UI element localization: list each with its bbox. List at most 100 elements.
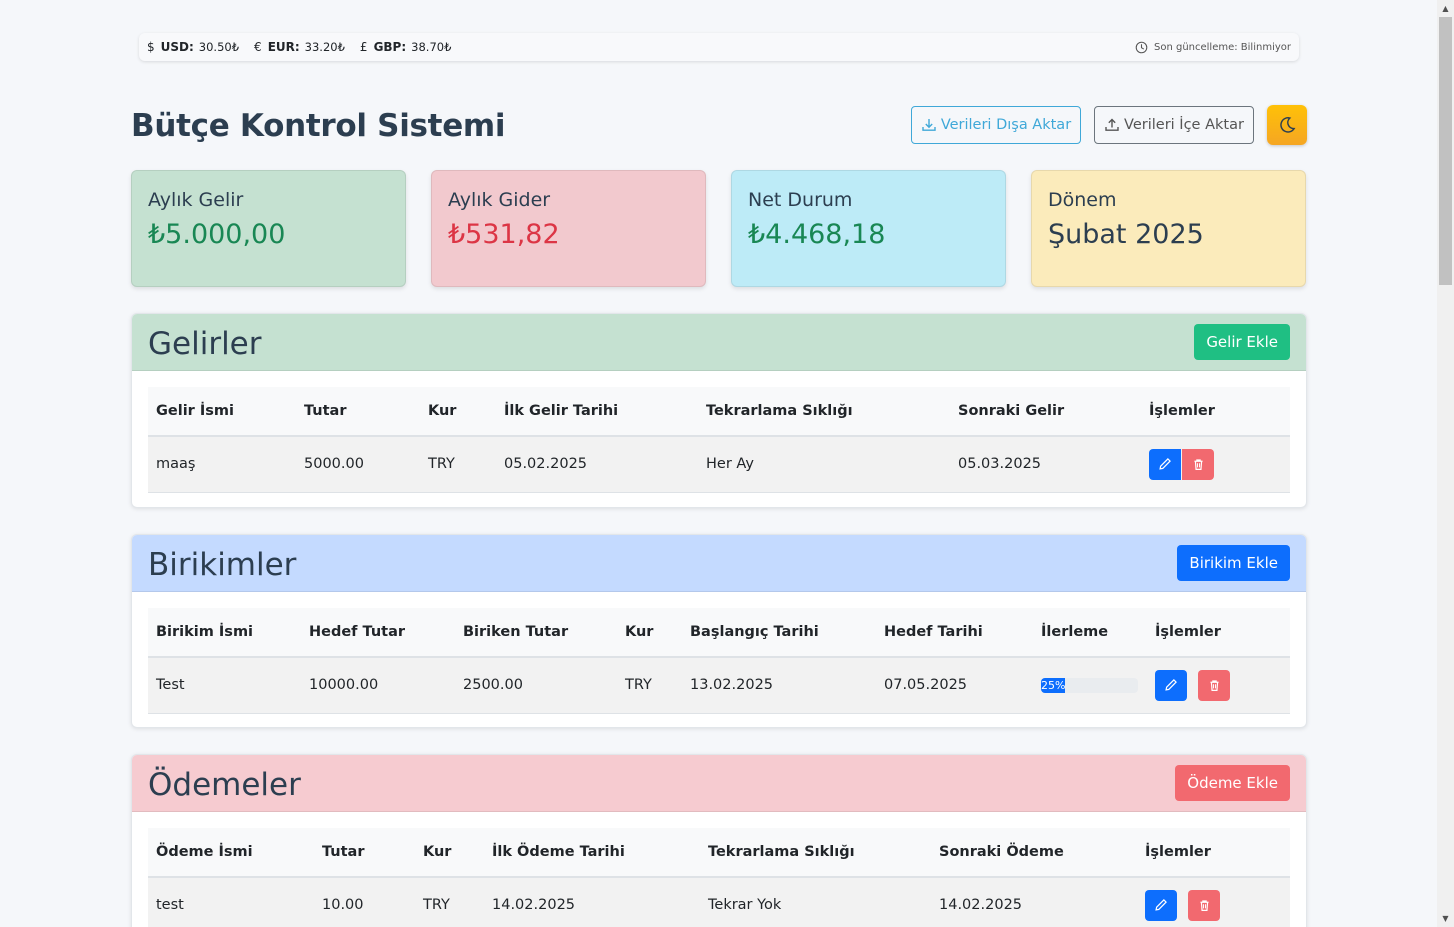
- progress-fill: 25%: [1041, 677, 1066, 693]
- column-header: Hedef Tarihi: [876, 608, 1033, 658]
- cell-currency: TRY: [420, 436, 496, 493]
- row-actions: [1149, 448, 1282, 480]
- section-title: Birikimler: [148, 547, 297, 583]
- cell-currency: TRY: [415, 877, 484, 927]
- card-label: Dönem: [1048, 189, 1117, 211]
- delete-button[interactable]: [1198, 669, 1230, 701]
- column-header: Tutar: [296, 387, 420, 437]
- cell-name: Test: [148, 657, 301, 714]
- column-header: Sonraki Ödeme: [931, 828, 1137, 878]
- rate-code: EUR:: [267, 40, 300, 54]
- cell-next-date: 14.02.2025: [931, 877, 1137, 927]
- export-label: Verileri Dışa Aktar: [940, 117, 1072, 133]
- cell-actions: [1147, 657, 1290, 714]
- page-title: Bütçe Kontrol Sistemi: [131, 108, 506, 144]
- column-header: Başlangıç Tarihi: [682, 608, 876, 658]
- savings-table: Birikim İsmi Hedef Tutar Biriken Tutar K…: [148, 608, 1290, 714]
- incomes-table: Gelir İsmi Tutar Kur İlk Gelir Tarihi Te…: [148, 387, 1290, 493]
- card-value: ₺531,82: [448, 219, 560, 250]
- pencil-icon: [1159, 458, 1171, 470]
- rate-code: GBP:: [373, 40, 407, 54]
- import-data-button[interactable]: Verileri İçe Aktar: [1094, 106, 1254, 144]
- currency-bar: $ USD: 30.50₺ € EUR: 33.20₺ £ GBP: 38.70…: [139, 33, 1299, 61]
- column-header: Kur: [420, 387, 496, 437]
- section-title: Ödemeler: [148, 767, 301, 803]
- incomes-section: Gelirler Gelir Ekle Gelir İsmi Tutar Kur…: [131, 313, 1307, 508]
- column-header: Kur: [415, 828, 484, 878]
- cell-frequency: Tekrar Yok: [700, 877, 931, 927]
- card-value: ₺4.468,18: [748, 219, 886, 250]
- cell-start-date: 13.02.2025: [682, 657, 876, 714]
- payments-table: Ödeme İsmi Tutar Kur İlk Ödeme Tarihi Te…: [148, 828, 1290, 927]
- row-actions: [1155, 669, 1282, 701]
- column-header: Sonraki Gelir: [950, 387, 1141, 437]
- rate-value: 33.20₺: [304, 40, 345, 54]
- edit-button[interactable]: [1145, 889, 1177, 921]
- section-title: Gelirler: [148, 326, 262, 362]
- delete-button[interactable]: [1182, 448, 1214, 480]
- column-header: İlk Gelir Tarihi: [496, 387, 698, 437]
- cell-actions: [1141, 436, 1290, 493]
- rate-usd: $ USD: 30.50₺: [147, 40, 239, 54]
- column-header: İşlemler: [1141, 387, 1290, 437]
- card-label: Net Durum: [748, 189, 853, 211]
- add-payment-button[interactable]: Ödeme Ekle: [1175, 765, 1290, 801]
- rate-gbp: £ GBP: 38.70₺: [360, 40, 451, 54]
- cell-frequency: Her Ay: [698, 436, 950, 493]
- payments-header: Ödemeler Ödeme Ekle: [132, 755, 1306, 812]
- theme-toggle-button[interactable]: [1267, 105, 1307, 145]
- cell-progress: 25%: [1033, 657, 1147, 714]
- column-header: İlk Ödeme Tarihi: [484, 828, 700, 878]
- delete-button[interactable]: [1188, 889, 1220, 921]
- cell-name: test: [148, 877, 314, 927]
- cell-currency: TRY: [617, 657, 682, 714]
- cell-target: 10000.00: [301, 657, 455, 714]
- column-header: Kur: [617, 608, 682, 658]
- column-header: Ödeme İsmi: [148, 828, 314, 878]
- last-update-text: Son güncelleme: Bilinmiyor: [1153, 41, 1291, 53]
- rate-value: 30.50₺: [198, 40, 240, 54]
- vertical-scrollbar[interactable]: ▲ ▼: [1437, 0, 1454, 927]
- moon-icon: [1280, 117, 1296, 133]
- cell-next-date: 05.03.2025: [950, 436, 1141, 493]
- scroll-down-arrow-icon[interactable]: ▼: [1437, 910, 1454, 927]
- savings-header: Birikimler Birikim Ekle: [132, 535, 1306, 592]
- pencil-icon: [1155, 899, 1167, 911]
- card-value: Şubat 2025: [1048, 219, 1204, 250]
- trash-icon: [1199, 900, 1209, 911]
- period-card: Dönem Şubat 2025: [1031, 170, 1306, 287]
- card-label: Aylık Gider: [448, 189, 551, 211]
- pound-icon: £: [359, 40, 368, 54]
- table-header-row: Gelir İsmi Tutar Kur İlk Gelir Tarihi Te…: [148, 387, 1290, 437]
- column-header: Tekrarlama Sıklığı: [698, 387, 950, 437]
- progress-bar: 25%: [1041, 677, 1138, 693]
- scrollbar-thumb[interactable]: [1439, 17, 1452, 285]
- incomes-header: Gelirler Gelir Ekle: [132, 314, 1306, 371]
- export-data-button[interactable]: Verileri Dışa Aktar: [911, 106, 1081, 144]
- import-label: Verileri İçe Aktar: [1124, 117, 1244, 133]
- scroll-up-arrow-icon[interactable]: ▲: [1437, 0, 1454, 17]
- rate-value: 38.70₺: [411, 40, 452, 54]
- pencil-icon: [1165, 679, 1177, 691]
- cell-name: maaş: [148, 436, 296, 493]
- column-header: Hedef Tutar: [301, 608, 455, 658]
- column-header: Gelir İsmi: [148, 387, 296, 437]
- edit-button[interactable]: [1155, 669, 1187, 701]
- column-header: Birikim İsmi: [148, 608, 301, 658]
- cell-actions: [1137, 877, 1290, 927]
- cell-saved: 2500.00: [455, 657, 617, 714]
- add-saving-button[interactable]: Birikim Ekle: [1177, 545, 1290, 581]
- edit-button[interactable]: [1149, 448, 1181, 480]
- upload-icon: [1105, 118, 1119, 131]
- row-actions: [1145, 889, 1282, 921]
- trash-icon: [1193, 459, 1203, 470]
- table-row: Test 10000.00 2500.00 TRY 13.02.2025 07.…: [148, 657, 1290, 714]
- add-income-button[interactable]: Gelir Ekle: [1194, 324, 1290, 360]
- rate-eur: € EUR: 33.20₺: [254, 40, 345, 54]
- dollar-icon: $: [147, 40, 155, 54]
- card-label: Aylık Gelir: [148, 189, 244, 211]
- table-header-row: Birikim İsmi Hedef Tutar Biriken Tutar K…: [148, 608, 1290, 658]
- rate-code: USD:: [160, 40, 194, 54]
- monthly-expense-card: Aylık Gider ₺531,82: [431, 170, 706, 287]
- cell-target-date: 07.05.2025: [876, 657, 1033, 714]
